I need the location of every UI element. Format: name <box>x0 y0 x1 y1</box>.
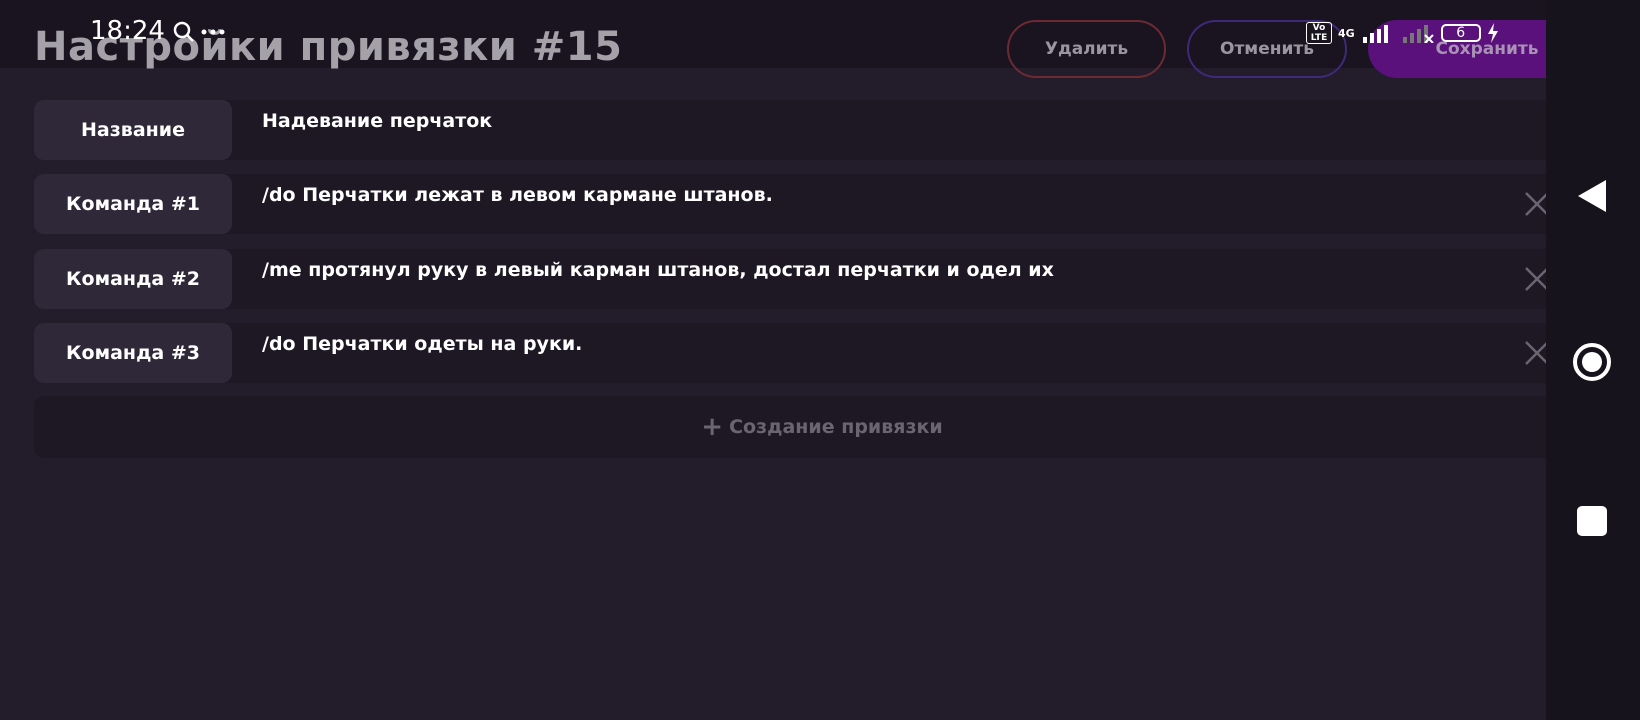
row-label: Команда #1 <box>34 174 232 234</box>
volte-badge: Vo LTE <box>1306 22 1332 44</box>
plus-icon: + <box>701 412 724 442</box>
more-dots-icon <box>201 29 225 35</box>
command-row-1: Команда #1 /do Перчатки лежат в левом ка… <box>34 174 1610 234</box>
command-field-3[interactable]: /do Перчатки одеты на руки. <box>262 333 582 355</box>
binding-name-row: Название Надевание перчаток <box>34 100 1610 160</box>
signal-icon <box>1362 25 1388 43</box>
command-row-3: Команда #3 /do Перчатки одеты на руки. <box>34 323 1610 383</box>
charging-icon <box>1487 23 1498 43</box>
delete-button[interactable]: Удалить <box>1007 20 1166 78</box>
add-binding-button[interactable]: + Создание привязки <box>34 396 1610 458</box>
status-icons <box>172 20 226 44</box>
binding-name-field[interactable]: Надевание перчаток <box>262 110 492 132</box>
search-icon <box>173 21 194 42</box>
battery-icon: 6 <box>1440 24 1481 42</box>
recent-apps-icon[interactable] <box>1577 506 1607 536</box>
status-indicators: Vo LTE 4G 6 <box>1306 22 1499 44</box>
add-binding-label: Создание привязки <box>729 416 943 438</box>
battery-level: 6 <box>1456 25 1466 41</box>
network-type: 4G <box>1338 27 1355 40</box>
command-field-2[interactable]: /me протянул руку в левый карман штанов,… <box>262 259 1054 281</box>
row-label: Команда #2 <box>34 249 232 309</box>
signal-weak-icon <box>1402 25 1434 43</box>
command-field-1[interactable]: /do Перчатки лежат в левом кармане штано… <box>262 184 773 206</box>
back-icon[interactable] <box>1576 178 1608 214</box>
command-row-2: Команда #2 /me протянул руку в левый кар… <box>34 249 1610 309</box>
status-time: 18:24 <box>90 16 165 46</box>
row-label: Команда #3 <box>34 323 232 383</box>
row-label: Название <box>34 100 232 160</box>
network-label: 4G <box>1338 26 1355 40</box>
home-icon[interactable] <box>1572 342 1612 382</box>
